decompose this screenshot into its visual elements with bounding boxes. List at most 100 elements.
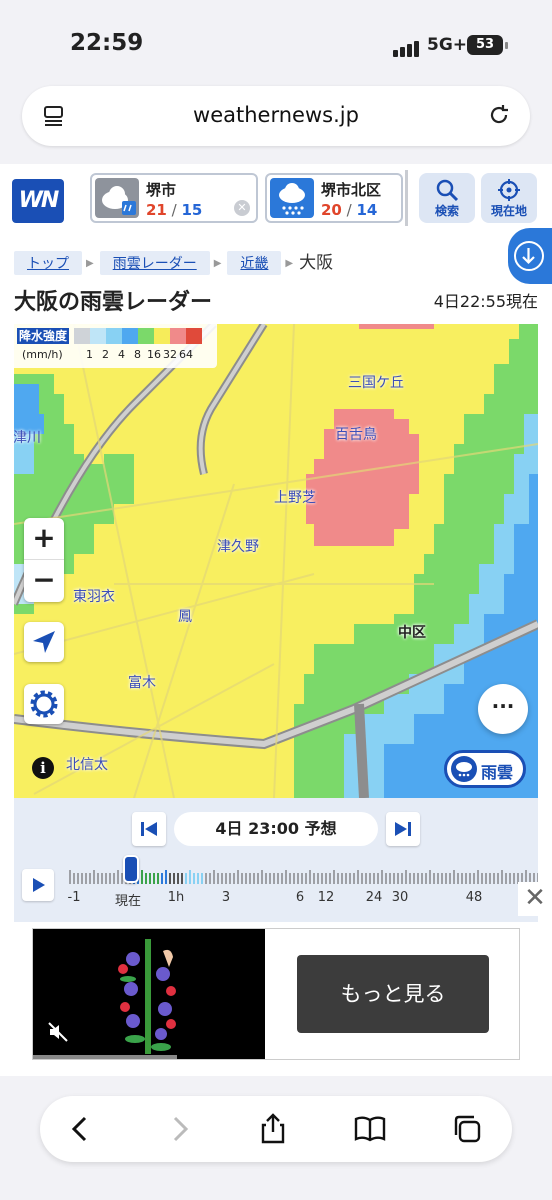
cloud-rain-icon	[95, 178, 139, 218]
map-label: 百舌鳥	[335, 427, 377, 443]
skip-forward-icon	[395, 822, 411, 836]
timeline-label: 30	[391, 890, 409, 905]
timeline-label: 24	[365, 890, 383, 905]
next-frame-button[interactable]	[386, 812, 420, 846]
radar-layer	[14, 324, 538, 798]
search-label: 検索	[434, 204, 459, 218]
legend-swatch	[74, 328, 90, 344]
url-text[interactable]: weathernews.jp	[22, 103, 530, 127]
rain-icon	[270, 178, 314, 218]
zoom-in-button[interactable]: +	[24, 518, 64, 560]
chevron-right-icon: ▶	[285, 258, 294, 269]
timeline-label: 12	[317, 890, 335, 905]
reload-icon[interactable]	[486, 102, 512, 128]
temp-low: 14	[356, 201, 378, 219]
forward-icon[interactable]	[162, 1112, 196, 1146]
search-icon	[436, 179, 459, 202]
mute-icon[interactable]	[47, 1021, 69, 1043]
map-label: 上野芝	[274, 490, 316, 506]
crosshair-icon	[498, 179, 520, 201]
legend-swatch	[154, 328, 170, 344]
chevron-right-icon: ▶	[213, 258, 222, 269]
map-label: 富木	[128, 675, 156, 691]
ad-cta-button[interactable]: もっと見る	[297, 955, 489, 1033]
temp-high: 20	[321, 201, 342, 219]
bookmarks-icon[interactable]	[353, 1112, 387, 1146]
network-type: 5G+	[427, 35, 468, 55]
status-bar: 22:59 5G+ 53	[0, 0, 552, 90]
page-title: 大阪の雨雲レーダー	[14, 290, 213, 315]
timeline-label: 3	[221, 890, 231, 905]
map-label: 津久野	[217, 539, 259, 555]
legend-unit: (mm/h)	[22, 348, 63, 361]
map-label: 津川	[14, 430, 41, 446]
previous-frame-button[interactable]	[132, 812, 166, 846]
breadcrumb-top[interactable]: トップ	[14, 251, 82, 275]
status-time: 22:59	[70, 30, 144, 56]
legend-swatch	[138, 328, 154, 344]
location-name: 堺市北区	[321, 181, 382, 199]
close-ad-icon[interactable]: ✕	[518, 882, 552, 916]
current-location-button[interactable]: 現在地	[481, 173, 537, 223]
timeline-label: 48	[465, 890, 483, 905]
zoom-controls: + −	[24, 518, 64, 602]
legend-swatch	[122, 328, 138, 344]
legend-tick: 8	[134, 348, 141, 361]
tabs-icon[interactable]	[450, 1112, 484, 1146]
timeline-slider-handle[interactable]	[123, 855, 139, 883]
legend-tick: 2	[102, 348, 109, 361]
map-label: 北信太	[66, 757, 108, 773]
ad-banner: ✕ もっと見る	[0, 882, 552, 1076]
navigation-arrow-icon	[33, 631, 55, 653]
timeline-panel: 4日 23:00 予想 -1 現在 1h 3 6 12 24 30 48	[14, 798, 539, 922]
back-icon[interactable]	[64, 1112, 98, 1146]
timeline-label: 6	[295, 890, 305, 905]
page: 22:59 5G+ 53 weathernews.jp WN 堺市 21 / 1…	[0, 0, 552, 1200]
rain-layer-label: 雨雲	[481, 763, 514, 782]
map-label: 中区	[398, 625, 426, 641]
breadcrumb-kinki[interactable]: 近畿	[227, 251, 282, 275]
location-temps: 20 / 14	[321, 201, 378, 219]
legend-swatch	[106, 328, 122, 344]
play-button[interactable]	[22, 869, 54, 901]
map-label: 東羽衣	[73, 589, 115, 605]
remove-location-icon[interactable]: ✕	[234, 200, 250, 216]
timeline-label: 1h	[167, 890, 185, 905]
precipitation-legend: 降水強度 (mm/h) 1 2 4 8 16 32 64	[14, 324, 217, 368]
breadcrumb-current: 大阪	[299, 253, 334, 273]
map-label: 三国ケ丘	[348, 375, 404, 391]
chat-bubble-button[interactable]: ···	[478, 684, 528, 734]
search-button[interactable]: 検索	[419, 173, 475, 223]
rain-layer-button[interactable]: 雨雲	[444, 750, 526, 788]
legend-swatch	[186, 328, 202, 344]
observation-time: 4日22:55現在	[433, 292, 538, 311]
site-logo[interactable]: WN	[12, 179, 64, 223]
location-card-sakai-kita[interactable]: 堺市北区 20 / 14	[265, 173, 403, 223]
ad-progress-bar	[33, 1055, 177, 1059]
radar-map[interactable]: 降水強度 (mm/h) 1 2 4 8 16 32 64 三国ケ丘 百舌鳥 上野芝 津久野 …	[14, 324, 538, 798]
legend-tick: 32	[163, 348, 177, 361]
info-icon[interactable]: i	[32, 757, 54, 779]
ad-video[interactable]	[33, 929, 265, 1059]
temp-high: 21	[146, 201, 167, 219]
legend-tick: 4	[118, 348, 125, 361]
location-card-sakai[interactable]: 堺市 21 / 15 ✕	[90, 173, 258, 223]
arrow-down-icon	[514, 241, 544, 271]
map-label: 鳳	[178, 609, 192, 625]
address-bar[interactable]: weathernews.jp	[22, 86, 530, 146]
browser-toolbar	[40, 1096, 512, 1162]
website: WN 堺市 21 / 15 ✕ 堺市北区 20 / 14 検索 現在地 トップ …	[0, 164, 552, 922]
divider	[405, 170, 408, 226]
legend-tick: 1	[86, 348, 93, 361]
settings-button[interactable]	[24, 684, 64, 724]
legend-tick: 16	[147, 348, 161, 361]
download-app-button[interactable]	[508, 228, 552, 284]
zoom-out-button[interactable]: −	[24, 560, 64, 602]
ad-content[interactable]: もっと見る	[32, 928, 520, 1060]
legend-tick: 64	[179, 348, 193, 361]
chevron-right-icon: ▶	[86, 258, 94, 269]
share-icon[interactable]	[256, 1112, 290, 1146]
locate-button[interactable]	[24, 622, 64, 662]
breadcrumb-radar[interactable]: 雨雲レーダー	[99, 251, 210, 275]
legend-title: 降水強度	[17, 328, 70, 344]
